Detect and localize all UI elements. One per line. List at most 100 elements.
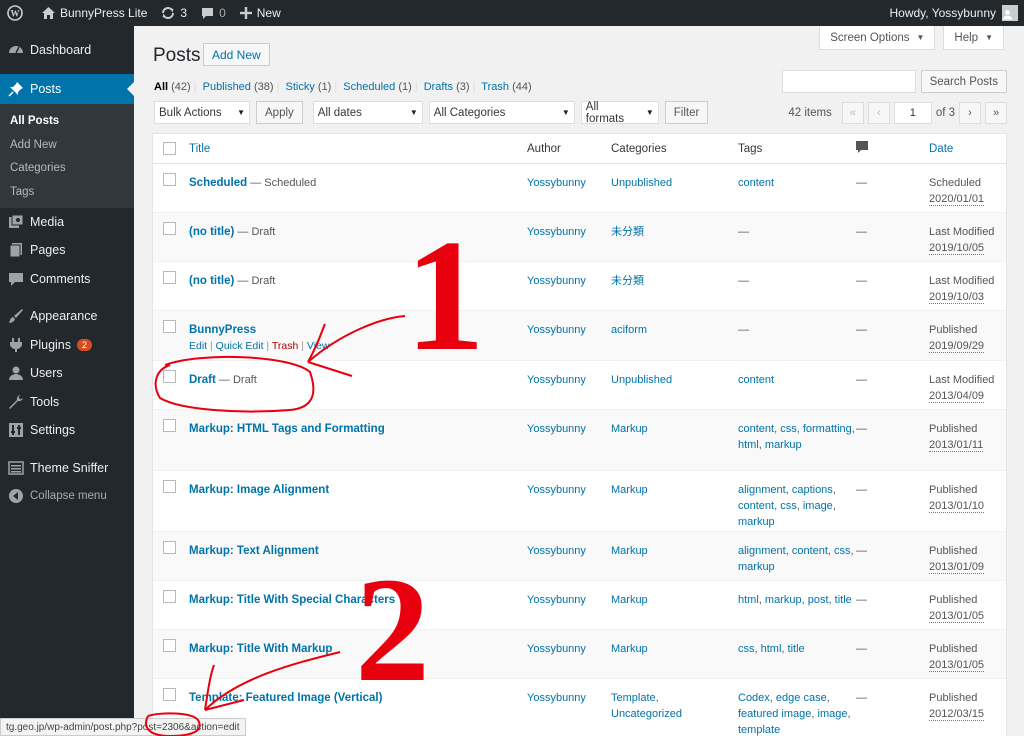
category-link[interactable]: Unpublished bbox=[611, 374, 672, 386]
row-checkbox[interactable] bbox=[163, 688, 176, 701]
tag-link[interactable]: markup bbox=[765, 439, 802, 451]
post-title-link[interactable]: Template: Featured Image (Vertical) bbox=[189, 692, 382, 704]
apply-button[interactable]: Apply bbox=[256, 101, 303, 124]
post-title-link[interactable]: Draft bbox=[189, 374, 216, 386]
view-link[interactable]: View bbox=[307, 340, 330, 352]
tag-link[interactable]: content bbox=[738, 500, 774, 512]
author-link[interactable]: Yossybunny bbox=[527, 690, 586, 706]
tag-link[interactable]: image bbox=[803, 500, 833, 512]
next-page-button[interactable]: › bbox=[959, 102, 981, 124]
view-all[interactable]: All bbox=[154, 81, 168, 93]
row-checkbox[interactable] bbox=[163, 222, 176, 235]
tag-link[interactable]: css bbox=[834, 545, 851, 557]
author-link[interactable]: Yossybunny bbox=[527, 592, 586, 608]
submenu-add-new[interactable]: Add New bbox=[0, 133, 134, 157]
view-scheduled[interactable]: Scheduled bbox=[343, 81, 395, 93]
search-input[interactable] bbox=[781, 70, 916, 93]
category-link[interactable]: Markup bbox=[611, 545, 648, 557]
column-comments[interactable] bbox=[856, 141, 868, 159]
category-link[interactable]: Markup bbox=[611, 594, 648, 606]
tag-link[interactable]: css bbox=[780, 500, 797, 512]
row-checkbox[interactable] bbox=[163, 271, 176, 284]
screen-options-button[interactable]: Screen Options ▼ bbox=[819, 26, 936, 50]
filter-button[interactable]: Filter bbox=[664, 101, 709, 124]
category-link[interactable]: aciform bbox=[611, 324, 647, 336]
tag-link[interactable]: css bbox=[780, 423, 797, 435]
author-link[interactable]: Yossybunny bbox=[527, 273, 586, 289]
row-checkbox[interactable] bbox=[163, 639, 176, 652]
category-link[interactable]: 未分類 bbox=[611, 226, 644, 238]
updates-link[interactable]: 3 bbox=[154, 0, 194, 26]
row-checkbox[interactable] bbox=[163, 320, 176, 333]
new-content-link[interactable]: New bbox=[233, 0, 288, 26]
quick-edit-link[interactable]: Quick Edit bbox=[216, 340, 264, 352]
view-trash[interactable]: Trash bbox=[481, 81, 509, 93]
column-date[interactable]: Date bbox=[929, 141, 1004, 157]
menu-appearance[interactable]: Appearance bbox=[0, 302, 134, 331]
category-link[interactable]: Template bbox=[611, 692, 656, 704]
submenu-all-posts[interactable]: All Posts bbox=[0, 110, 134, 134]
post-title-link[interactable]: Markup: Title With Special Characters bbox=[189, 594, 395, 606]
tag-link[interactable]: markup bbox=[738, 561, 775, 573]
help-button[interactable]: Help ▼ bbox=[943, 26, 1004, 50]
tag-link[interactable]: captions bbox=[792, 484, 833, 496]
tag-link[interactable]: html bbox=[761, 643, 782, 655]
tag-link[interactable]: content bbox=[738, 177, 774, 189]
menu-media[interactable]: Media bbox=[0, 208, 134, 237]
menu-pages[interactable]: Pages bbox=[0, 236, 134, 265]
category-link[interactable]: Unpublished bbox=[611, 177, 672, 189]
search-posts-button[interactable]: Search Posts bbox=[920, 70, 1007, 93]
view-published[interactable]: Published bbox=[203, 81, 251, 93]
menu-settings[interactable]: Settings bbox=[0, 416, 134, 445]
trash-link[interactable]: Trash bbox=[272, 340, 298, 352]
author-link[interactable]: Yossybunny bbox=[527, 421, 586, 437]
tag-link[interactable]: content bbox=[738, 423, 774, 435]
collapse-menu-button[interactable]: Collapse menu bbox=[0, 482, 134, 511]
tag-link[interactable]: image bbox=[818, 708, 848, 720]
date-filter-select[interactable]: All dates ▼ bbox=[312, 101, 423, 124]
author-link[interactable]: Yossybunny bbox=[527, 322, 586, 338]
menu-plugins[interactable]: Plugins 2 bbox=[0, 331, 134, 360]
row-checkbox[interactable] bbox=[163, 590, 176, 603]
category-link[interactable]: Uncategorized bbox=[611, 708, 682, 720]
tag-link[interactable]: html bbox=[738, 439, 759, 451]
row-checkbox[interactable] bbox=[163, 370, 176, 383]
first-page-button[interactable]: « bbox=[841, 102, 864, 124]
edit-link[interactable]: Edit bbox=[189, 340, 207, 352]
tag-link[interactable]: post bbox=[808, 594, 829, 606]
column-title[interactable]: Title bbox=[189, 141, 210, 157]
tag-link[interactable]: alignment bbox=[738, 484, 786, 496]
prev-page-button[interactable]: ‹ bbox=[867, 102, 890, 124]
category-link[interactable]: Markup bbox=[611, 643, 648, 655]
post-title-link[interactable]: Scheduled bbox=[189, 177, 247, 189]
post-title-link[interactable]: Markup: Image Alignment bbox=[189, 484, 329, 496]
post-title-link[interactable]: Markup: Text Alignment bbox=[189, 545, 319, 557]
author-link[interactable]: Yossybunny bbox=[527, 175, 586, 191]
tag-link[interactable]: content bbox=[792, 545, 828, 557]
wordpress-logo-button[interactable]: W bbox=[0, 0, 35, 26]
current-page-input[interactable]: 1 bbox=[893, 102, 932, 124]
my-account-link[interactable]: Howdy, Yossybunny bbox=[882, 0, 1024, 26]
tag-link[interactable]: alignment bbox=[738, 545, 786, 557]
row-checkbox[interactable] bbox=[163, 480, 176, 493]
row-checkbox[interactable] bbox=[163, 173, 176, 186]
tag-link[interactable]: content bbox=[738, 374, 774, 386]
submenu-tags[interactable]: Tags bbox=[0, 180, 134, 204]
row-checkbox[interactable] bbox=[163, 419, 176, 432]
tag-link[interactable]: markup bbox=[765, 594, 802, 606]
menu-comments[interactable]: Comments bbox=[0, 265, 134, 294]
tag-link[interactable]: featured image bbox=[738, 708, 811, 720]
view-drafts[interactable]: Drafts bbox=[424, 81, 453, 93]
comments-link[interactable]: 0 bbox=[194, 0, 233, 26]
submenu-categories[interactable]: Categories bbox=[0, 157, 134, 181]
category-link[interactable]: Markup bbox=[611, 484, 648, 496]
menu-dashboard[interactable]: Dashboard bbox=[0, 36, 134, 65]
author-link[interactable]: Yossybunny bbox=[527, 372, 586, 388]
menu-users[interactable]: Users bbox=[0, 359, 134, 388]
category-link[interactable]: Markup bbox=[611, 423, 648, 435]
tag-link[interactable]: css bbox=[738, 643, 755, 655]
post-title-link[interactable]: (no title) bbox=[189, 275, 234, 287]
category-link[interactable]: 未分類 bbox=[611, 275, 644, 287]
row-checkbox[interactable] bbox=[163, 541, 176, 554]
tag-link[interactable]: Codex bbox=[738, 692, 770, 704]
